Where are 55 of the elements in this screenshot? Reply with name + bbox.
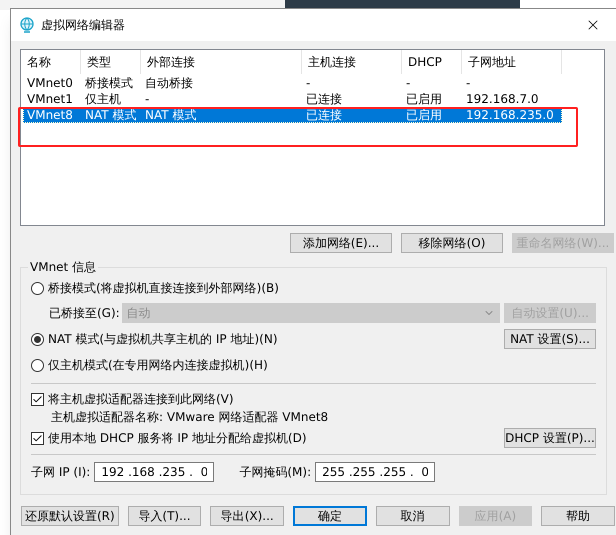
table-cell-text: - [305,75,312,92]
bridged-to-label: 已桥接至(G): [49,305,120,322]
column-header[interactable]: 名称 [21,50,81,74]
table-cell-text: - [405,75,412,92]
button[interactable]: DHCP 设置(P)... [504,428,596,448]
radio-button[interactable] [31,282,44,294]
table-cell-text: 仅主机 [84,91,122,108]
button[interactable]: 取消 [376,506,450,526]
subnet-mask-field[interactable]: 255 .255 .255 . 0 [315,462,436,482]
table-row[interactable]: VMnet0 桥接模式 自动桥接 - - - [23,75,562,91]
radio-button[interactable] [31,332,44,346]
subnet-ip-field[interactable]: 192 .168 .235 . 0 [94,462,214,482]
globe-icon [19,17,35,33]
button[interactable]: 还原默认设置(R) [21,506,119,526]
column-header[interactable]: DHCP [402,50,462,74]
group-title: VMnet 信息 [28,259,98,275]
column-header[interactable]: 主机连接 [302,50,402,74]
table-cell-text: 已连接 [305,91,343,108]
table-cell-text: NAT 模式 [144,107,198,124]
button[interactable]: 导出(X)... [210,506,284,526]
table-cell-text: 192.168.7.0 [465,91,540,108]
table-cell-text: VMnet1 [26,91,74,108]
subnet-mask-label: 子网掩码(M): [239,464,312,481]
table-cell-text: 已启用 [405,91,443,108]
table-cell-text: 自动桥接 [144,75,194,92]
button[interactable]: 帮助 [541,506,615,526]
button[interactable]: 添加网络(E)... [290,233,392,253]
radio-label: NAT 模式(与虚拟机共享主机的 IP 地址)(N) [48,331,278,348]
table-cell-text: VMnet8 [26,107,74,124]
radio-button[interactable] [31,358,44,372]
button[interactable]: 移除网络(O) [401,233,503,253]
table-cell-text: NAT 模式 [84,107,138,124]
checkbox-label: 将主机虚拟适配器连接到此网络(V) [48,391,234,408]
checkbox[interactable] [31,432,44,444]
column-header[interactable]: 外部连接 [141,50,302,74]
column-header[interactable]: 子网地址 [462,50,562,74]
radio-label: 仅主机模式(在专用网络内连接虚拟机)(H) [48,357,268,374]
subnet-ip-label: 子网 IP (I): [31,464,90,481]
table-cell-text: - [465,75,472,92]
table-cell-text: 已启用 [405,107,443,124]
table-cell-text: 192.168.235.0 [465,107,555,124]
checkbox[interactable] [31,392,44,406]
button[interactable]: NAT 设置(S)... [504,329,596,349]
button[interactable]: 确定 [293,506,367,526]
table-row[interactable]: VMnet1 仅主机 - 已连接 已启用 192.168.7.0 [23,91,562,107]
table-cell-text: - [144,91,150,108]
table-cell-text: 桥接模式 [84,75,134,92]
window-title: 虚拟网络编辑器 [41,17,125,34]
adapter-name-text: 主机虚拟适配器名称: VMware 网络适配器 VMnet8 [50,409,330,425]
checkbox-label: 使用本地 DHCP 服务将 IP 地址分配给虚拟机(D) [48,430,307,447]
button[interactable]: 导入(T)... [128,506,202,526]
table-cell-text: VMnet0 [26,75,74,92]
table-cell-text: 已连接 [305,107,343,124]
column-header[interactable]: 类型 [81,50,141,74]
radio-label: 桥接模式(将虚拟机直接连接到外部网络)(B) [48,280,279,297]
